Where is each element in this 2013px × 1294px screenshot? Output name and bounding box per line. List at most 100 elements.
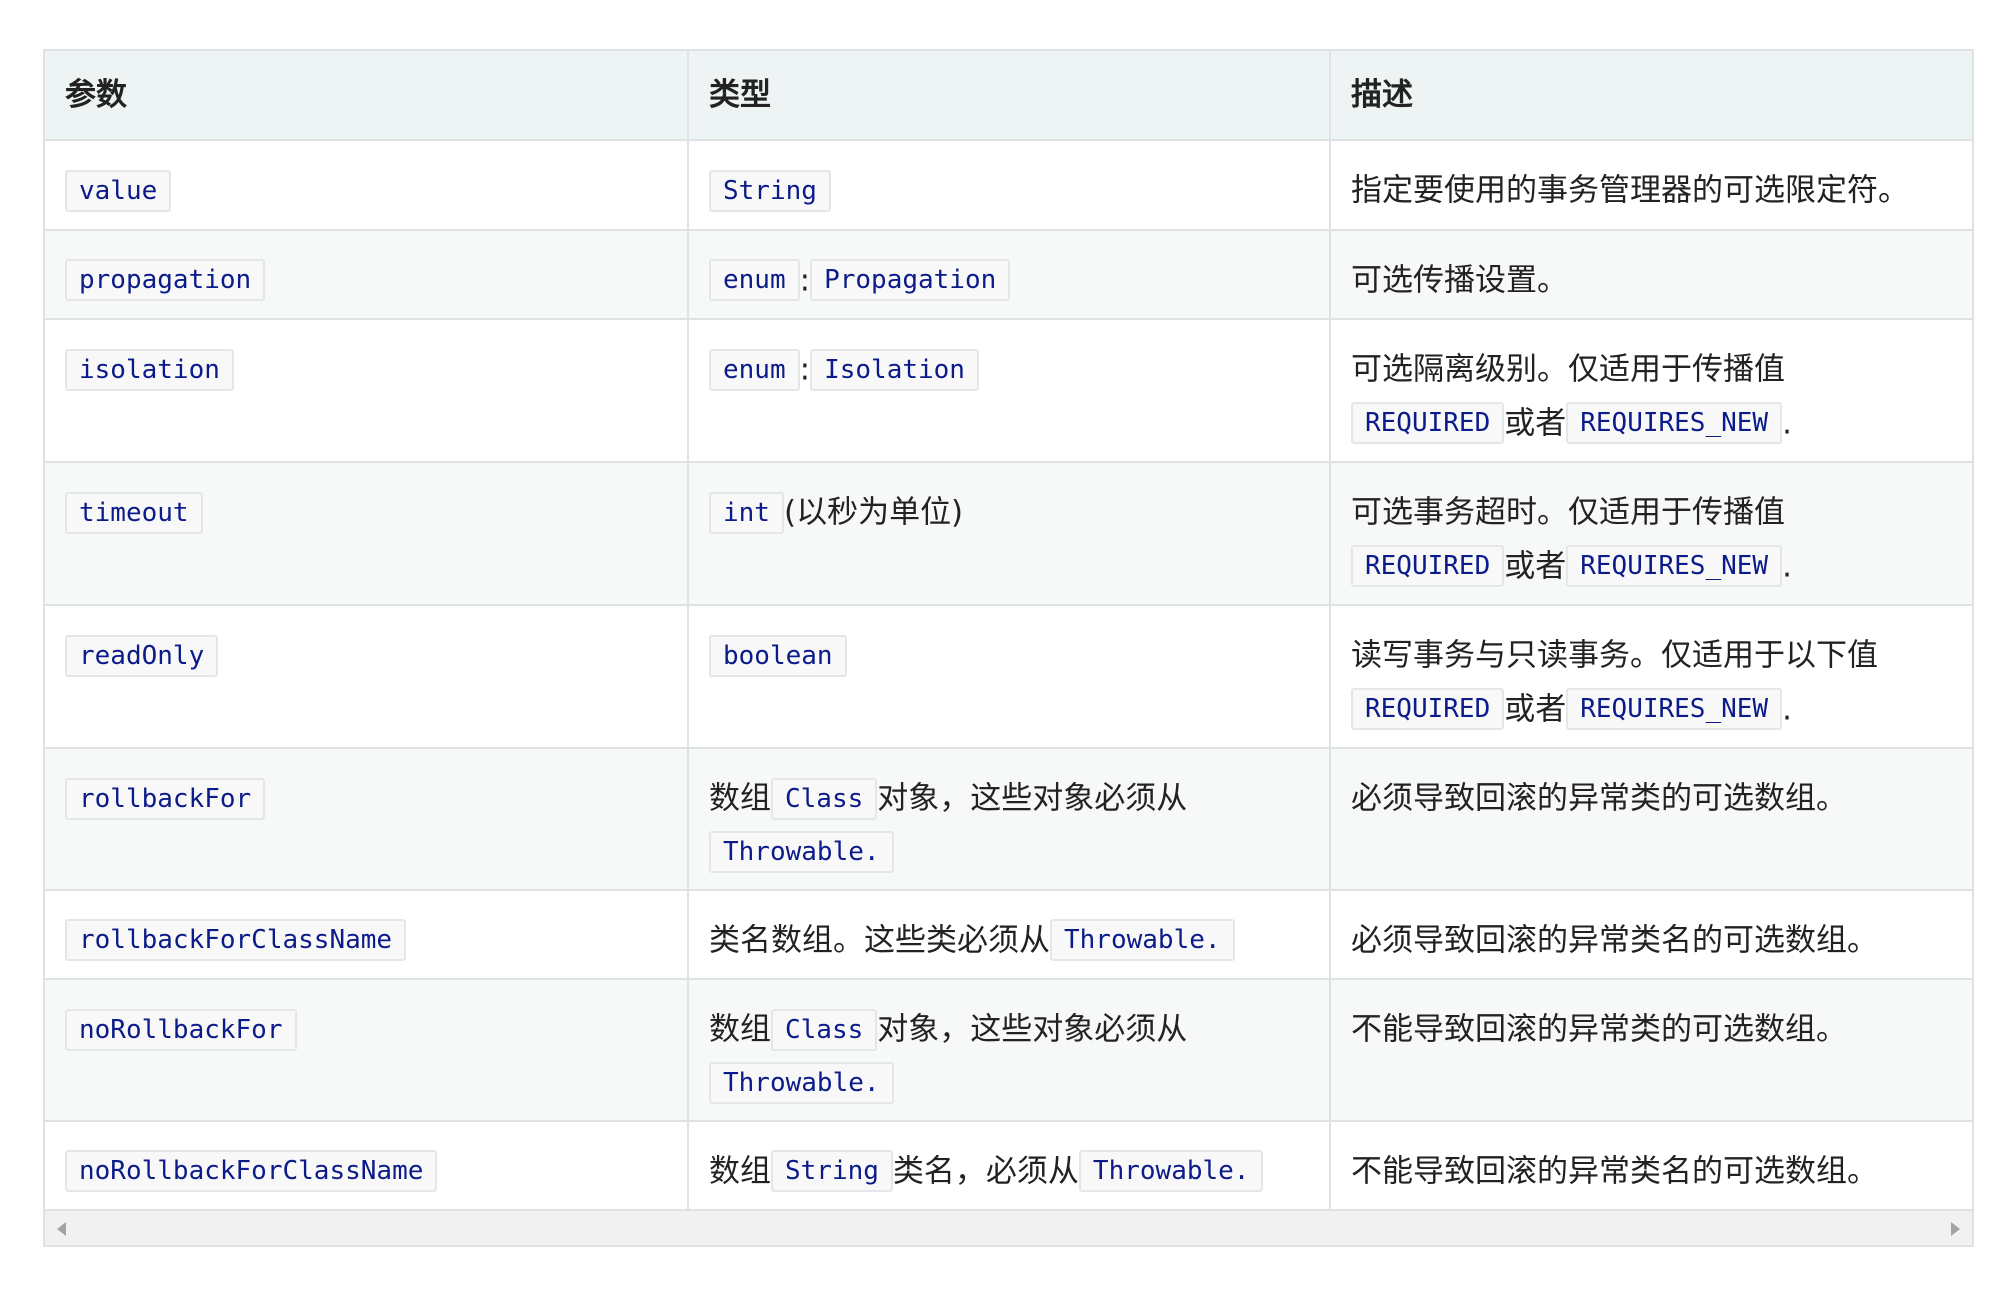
table-row: readOnly boolean 读写事务与只读事务。仅适用于以下值 REQUIRED…	[45, 605, 1972, 749]
desc-cell: 必须导致回滚的异常类名的可选数组。	[1330, 889, 1972, 980]
table-row: value String 指定要使用的事务管理器的可选限定符。	[45, 140, 1972, 231]
cell-text: 或者	[1504, 548, 1567, 584]
param-cell: rollbackForClassName	[45, 889, 689, 980]
inline-code: enum	[709, 259, 800, 301]
cell-text: 必须导致回滚的异常类的可选数组。	[1351, 780, 1847, 817]
cell-text: 必须导致回滚的异常类名的可选数组。	[1351, 922, 1878, 958]
cell-text: 可选隔离级别。仅适用于传播值	[1351, 351, 1785, 388]
cell-text: 数组	[709, 1011, 771, 1048]
inline-code: Propagation	[810, 259, 1011, 301]
param-cell: value	[45, 140, 689, 231]
param-name: noRollbackFor	[65, 1008, 297, 1051]
table-row: isolation enum: Isolation 可选隔离级别。仅适用于传播值 REQ…	[45, 319, 1972, 463]
param-cell: readOnly	[45, 605, 689, 749]
type-cell: enum: Isolation	[688, 319, 1331, 463]
type-cell: boolean	[688, 605, 1331, 749]
cell-text: 或者	[1504, 405, 1567, 441]
param-cell: noRollbackFor	[45, 979, 689, 1122]
inline-code: String	[771, 1150, 893, 1192]
cell-text: 数组	[709, 780, 771, 817]
inline-code: boolean	[709, 634, 847, 677]
desc-cell: 可选事务超时。仅适用于传播值 REQUIRED 或者 REQUIRES_NEW.	[1330, 462, 1972, 606]
cell-text: 不能导致回滚的异常类的可选数组。	[1351, 1011, 1847, 1048]
arrow-left-icon[interactable]	[57, 1222, 66, 1236]
inline-code: Throwable.	[709, 831, 894, 873]
type-cell: int (以秒为单位)	[688, 462, 1331, 606]
param-cell: timeout	[45, 462, 689, 606]
table-body: value String 指定要使用的事务管理器的可选限定符。 propagation…	[45, 140, 1972, 1211]
cell-text: 对象，这些对象必须从	[877, 780, 1188, 817]
type-cell: 数组 Class 对象，这些对象必须从 Throwable.	[688, 979, 1331, 1122]
param-name: propagation	[65, 259, 266, 301]
inline-code: String	[709, 169, 831, 212]
inline-code: REQUIRED	[1351, 402, 1505, 444]
type-cell: String	[688, 140, 1331, 231]
header-desc: 描述	[1330, 51, 1972, 141]
horizontal-scrollbar[interactable]	[45, 1211, 1972, 1245]
desc-cell: 指定要使用的事务管理器的可选限定符。	[1330, 140, 1972, 231]
cell-text: .	[1782, 405, 1792, 441]
inline-code: Class	[771, 1008, 878, 1051]
type-cell: enum: Propagation	[688, 229, 1331, 320]
inline-code: REQUIRED	[1351, 688, 1505, 730]
table-row: rollbackForClassName 类名数组。这些类必须从 Throwable…	[45, 889, 1972, 980]
header-type: 类型	[688, 51, 1331, 141]
header-param: 参数	[45, 51, 689, 141]
table-row: rollbackFor 数组 Class 对象，这些对象必须从 Throwable. 必须…	[45, 748, 1972, 891]
type-cell: 类名数组。这些类必须从 Throwable.	[688, 889, 1331, 980]
table-row: propagation enum: Propagation 可选传播设置。	[45, 229, 1972, 320]
inline-code: Throwable.	[1050, 919, 1235, 961]
table-row: noRollbackForClassName 数组 String 类名，必须从 Thro…	[45, 1120, 1972, 1211]
cell-text: (以秒为单位)	[783, 494, 964, 531]
inline-code: REQUIRES_NEW	[1566, 402, 1783, 444]
desc-cell: 可选隔离级别。仅适用于传播值 REQUIRED 或者 REQUIRES_NEW.	[1330, 319, 1972, 463]
param-cell: propagation	[45, 229, 689, 320]
param-name: isolation	[65, 348, 234, 391]
desc-cell: 不能导致回滚的异常类的可选数组。	[1330, 979, 1972, 1122]
inline-code: REQUIRES_NEW	[1566, 545, 1783, 587]
inline-code: Throwable.	[1078, 1150, 1264, 1192]
cell-text: 数组	[709, 1153, 771, 1189]
table-row: timeout int (以秒为单位) 可选事务超时。仅适用于传播值 REQUIRED 或…	[45, 462, 1972, 606]
cell-text: :	[799, 351, 811, 388]
param-name: readOnly	[65, 634, 219, 677]
parameter-table-container: 参数 类型 描述 value String 指定要使用的事务管理器的可选限定符。 pr…	[43, 49, 1974, 1247]
cell-text: :	[799, 262, 811, 298]
inline-code: int	[709, 491, 784, 534]
arrow-right-icon[interactable]	[1951, 1222, 1960, 1236]
cell-text: 可选传播设置。	[1351, 262, 1568, 298]
param-name: rollbackFor	[65, 777, 266, 820]
desc-cell: 可选传播设置。	[1330, 229, 1972, 320]
cell-text: 或者	[1504, 691, 1567, 727]
inline-code: Isolation	[810, 348, 979, 391]
table-row: noRollbackFor 数组 Class 对象，这些对象必须从 Throwable.…	[45, 979, 1972, 1122]
table-header-row: 参数 类型 描述	[45, 51, 1972, 141]
param-cell: rollbackFor	[45, 748, 689, 891]
cell-text: 指定要使用的事务管理器的可选限定符。	[1351, 172, 1909, 209]
param-name: value	[65, 169, 172, 212]
inline-code: Throwable.	[709, 1062, 894, 1104]
cell-text: 类名，必须从	[892, 1153, 1079, 1189]
inline-code: Class	[771, 777, 878, 820]
cell-text: 可选事务超时。仅适用于传播值	[1351, 494, 1785, 531]
cell-text: 读写事务与只读事务。仅适用于以下值	[1351, 637, 1878, 674]
desc-cell: 不能导致回滚的异常类名的可选数组。	[1330, 1120, 1972, 1211]
type-cell: 数组 String 类名，必须从 Throwable.	[688, 1120, 1331, 1211]
cell-text: 类名数组。这些类必须从	[709, 922, 1050, 958]
desc-cell: 读写事务与只读事务。仅适用于以下值 REQUIRED 或者 REQUIRES_NEW.	[1330, 605, 1972, 749]
inline-code: enum	[709, 348, 800, 391]
type-cell: 数组 Class 对象，这些对象必须从 Throwable.	[688, 748, 1331, 891]
cell-text: .	[1782, 691, 1792, 727]
cell-text: 对象，这些对象必须从	[877, 1011, 1188, 1048]
cell-text: .	[1782, 548, 1792, 584]
parameter-table: 参数 类型 描述 value String 指定要使用的事务管理器的可选限定符。 pr…	[45, 51, 1972, 1211]
cell-text: 不能导致回滚的异常类名的可选数组。	[1351, 1153, 1878, 1189]
param-cell: isolation	[45, 319, 689, 463]
inline-code: REQUIRED	[1351, 545, 1505, 587]
param-name: rollbackForClassName	[65, 919, 407, 961]
param-name: noRollbackForClassName	[65, 1150, 438, 1192]
param-cell: noRollbackForClassName	[45, 1120, 689, 1211]
param-name: timeout	[65, 491, 203, 534]
inline-code: REQUIRES_NEW	[1566, 688, 1783, 730]
desc-cell: 必须导致回滚的异常类的可选数组。	[1330, 748, 1972, 891]
